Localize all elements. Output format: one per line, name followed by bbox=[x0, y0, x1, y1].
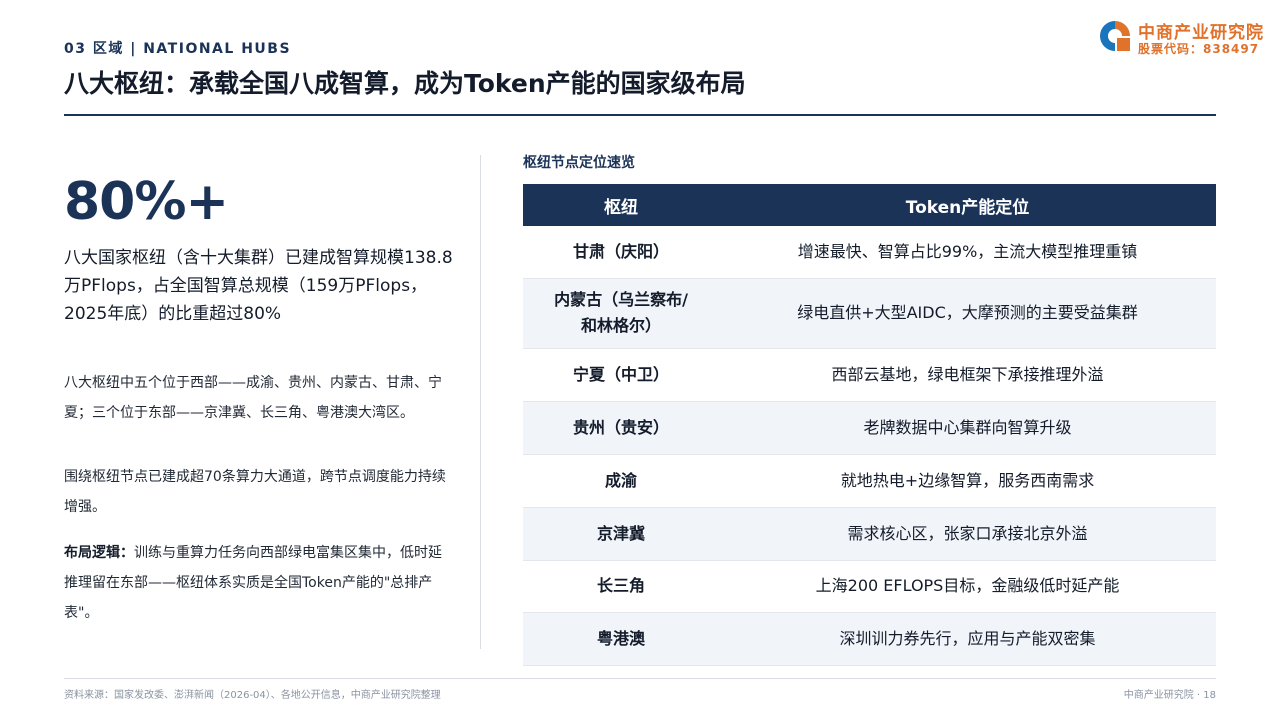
layout-logic-label: 布局逻辑： bbox=[64, 545, 134, 561]
table-caption: 枢纽节点定位速览 bbox=[523, 155, 635, 171]
title-divider bbox=[64, 114, 1216, 116]
table-row: 内蒙古（乌兰察布/和林格尔） 绿电直供+大型AIDC，大摩预测的主要受益集群 bbox=[523, 278, 1216, 349]
hub-cell: 长三角 bbox=[523, 560, 719, 613]
column-divider bbox=[480, 155, 481, 649]
hub-cell: 甘肃（庆阳） bbox=[523, 226, 719, 279]
page-number: 中商产业研究院 · 18 bbox=[1123, 690, 1216, 701]
hub-cell-line: 内蒙古（乌兰察布/ bbox=[554, 290, 688, 309]
section-tag: 03 区域 | NATIONAL HUBS bbox=[64, 41, 292, 57]
hub-cell: 京津冀 bbox=[523, 507, 719, 561]
hub-cell: 贵州（贵安） bbox=[523, 401, 719, 455]
table-row: 京津冀 需求核心区，张家口承接北京外溢 bbox=[523, 507, 1216, 561]
footer-divider bbox=[64, 678, 1216, 679]
table-header-row: 枢纽 Token产能定位 bbox=[523, 184, 1216, 226]
hub-cell: 内蒙古（乌兰察布/和林格尔） bbox=[523, 278, 719, 349]
role-cell: 上海200 EFLOPS目标，金融级低时延产能 bbox=[719, 560, 1216, 613]
table-row: 贵州（贵安） 老牌数据中心集群向智算升级 bbox=[523, 401, 1216, 455]
role-cell: 老牌数据中心集群向智算升级 bbox=[719, 401, 1216, 455]
header-role: Token产能定位 bbox=[719, 184, 1216, 226]
table-row: 粤港澳 深圳训力券先行，应用与产能双密集 bbox=[523, 612, 1216, 666]
logo-stock-code: 股票代码：838497 bbox=[1138, 42, 1260, 56]
table-row: 成渝 就地热电+边缘智算，服务西南需求 bbox=[523, 454, 1216, 508]
role-cell: 需求核心区，张家口承接北京外溢 bbox=[719, 507, 1216, 561]
page-title: 八大枢纽：承载全国八成智算，成为Token产能的国家级布局 bbox=[64, 69, 746, 98]
stat-description: 八大国家枢纽（含十大集群）已建成智算规模138.8万PFlops，占全国智算总规… bbox=[64, 248, 453, 324]
paragraph-hub-locations: 八大枢纽中五个位于西部——成渝、贵州、内蒙古、甘肃、宁夏；三个位于东部——京津冀… bbox=[64, 375, 442, 421]
role-cell: 增速最快、智算占比99%，主流大模型推理重镇 bbox=[719, 226, 1216, 279]
role-cell: 就地热电+边缘智算，服务西南需求 bbox=[719, 454, 1216, 508]
paragraph-channels: 围绕枢纽节点已建成超70条算力大通道，跨节点调度能力持续增强。 bbox=[64, 469, 446, 515]
hub-cell: 成渝 bbox=[523, 454, 719, 508]
role-cell: 绿电直供+大型AIDC，大摩预测的主要受益集群 bbox=[719, 278, 1216, 349]
paragraph-layout-logic: 布局逻辑：训练与重算力任务向西部绿电富集区集中，低时延推理留在东部——枢纽体系实… bbox=[64, 538, 454, 628]
role-cell: 西部云基地，绿电框架下承接推理外溢 bbox=[719, 348, 1216, 402]
company-logo: 中商产业研究院 股票代码：838497 bbox=[1098, 18, 1268, 58]
header-hub: 枢纽 bbox=[523, 184, 719, 226]
hub-cell: 粤港澳 bbox=[523, 612, 719, 666]
table-row: 宁夏（中卫） 西部云基地，绿电框架下承接推理外溢 bbox=[523, 348, 1216, 402]
hub-cell: 宁夏（中卫） bbox=[523, 348, 719, 402]
source-note: 资料来源：国家发改委、澎湃新闻（2026-04）、各地公开信息，中商产业研究院整… bbox=[64, 690, 441, 701]
role-cell: 深圳训力券先行，应用与产能双密集 bbox=[719, 612, 1216, 666]
hub-positioning-table: 枢纽 Token产能定位 甘肃（庆阳） 增速最快、智算占比99%，主流大模型推理… bbox=[523, 184, 1216, 666]
hub-cell-line: 和林格尔） bbox=[580, 316, 661, 335]
table-row: 甘肃（庆阳） 增速最快、智算占比99%，主流大模型推理重镇 bbox=[523, 226, 1216, 279]
table-row: 长三角 上海200 EFLOPS目标，金融级低时延产能 bbox=[523, 560, 1216, 613]
headline-stat: 80%+ bbox=[64, 172, 229, 232]
logo-mark-icon bbox=[1100, 21, 1130, 51]
